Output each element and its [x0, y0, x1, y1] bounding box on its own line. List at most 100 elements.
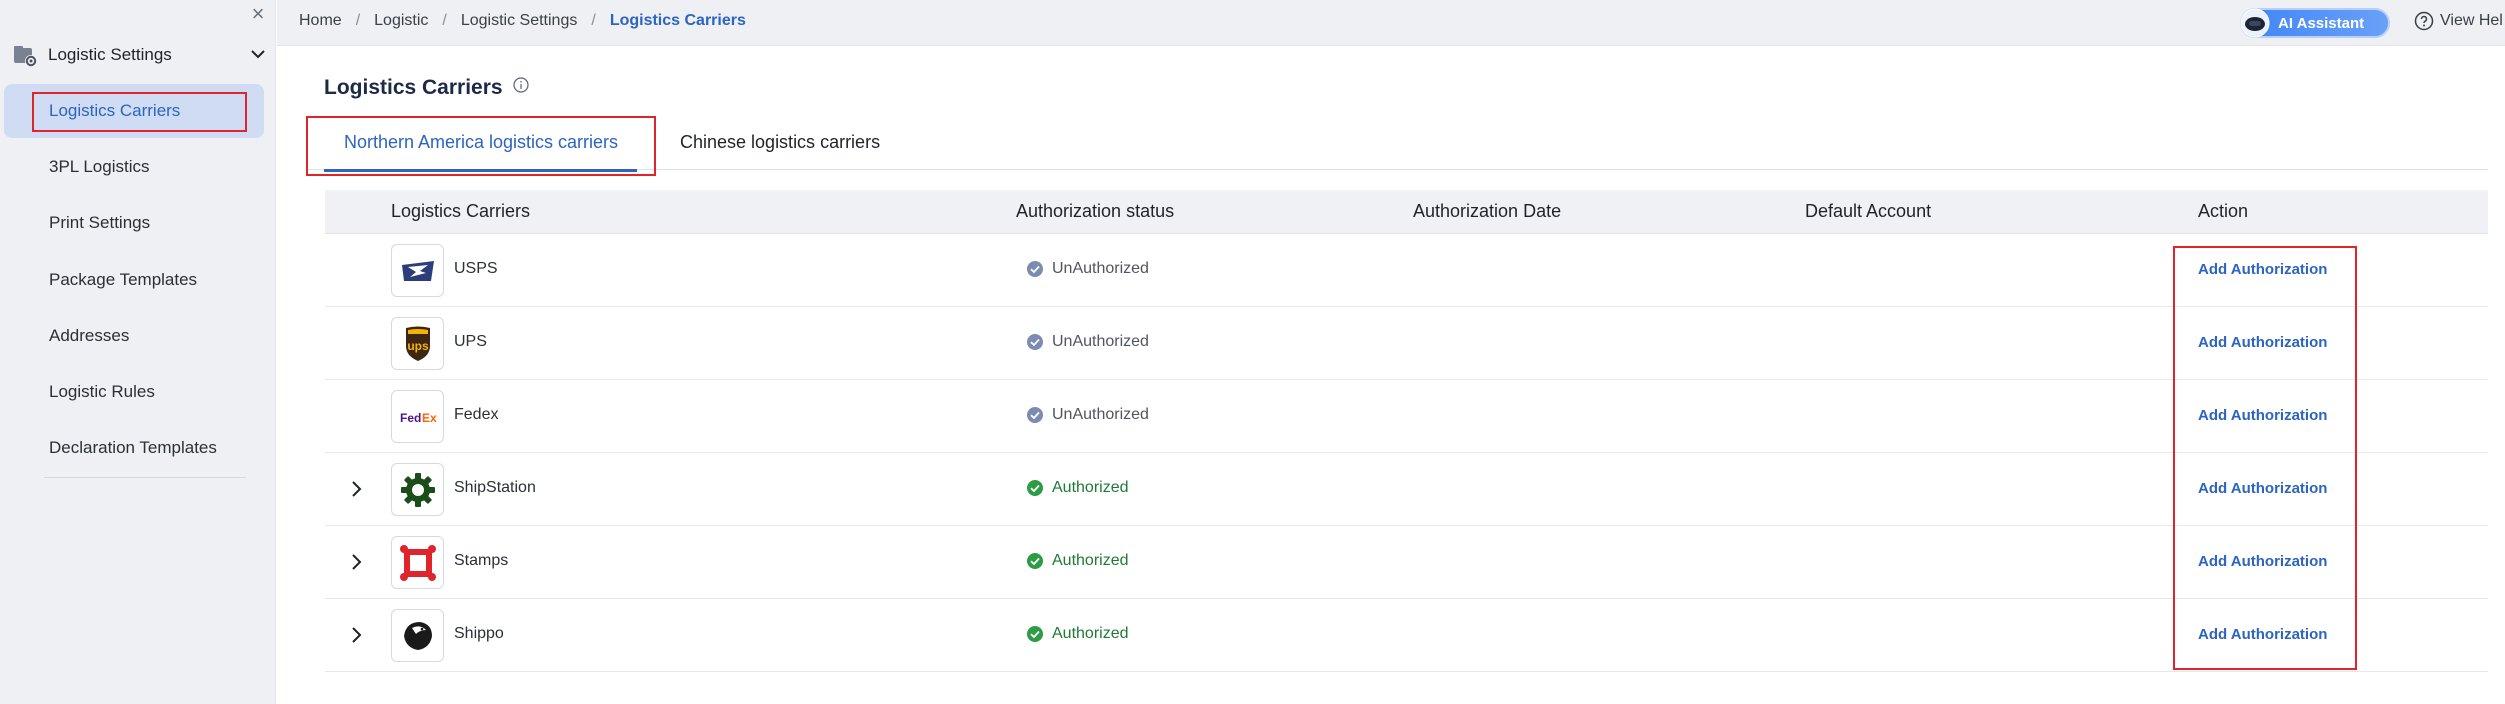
- view-help-label: View Hel: [2440, 12, 2503, 29]
- tab-chinese[interactable]: Chinese logistics carriers: [680, 114, 880, 170]
- carrier-logo: ups: [391, 317, 444, 370]
- breadcrumb-separator: /: [355, 12, 361, 29]
- status-badge: UnAuthorized: [1026, 333, 1149, 351]
- status-badge: UnAuthorized: [1026, 406, 1149, 424]
- status-label: Authorized: [1052, 479, 1129, 496]
- chevron-down-icon[interactable]: [248, 44, 268, 64]
- ai-assistant-button[interactable]: AI Assistant: [2240, 8, 2390, 38]
- sidebar-section-logistic-settings[interactable]: Logistic Settings: [12, 38, 268, 72]
- breadcrumb: Home / Logistic / Logistic Settings / Lo…: [299, 12, 746, 30]
- tab-northern-america[interactable]: Northern America logistics carriers: [306, 114, 656, 176]
- sidebar-item-print-settings[interactable]: Print Settings: [4, 196, 264, 250]
- column-header-authorization-status: Authorization status: [1016, 201, 1175, 221]
- sidebar-section-title: Logistic Settings: [48, 45, 172, 64]
- highlight-box: [32, 92, 247, 132]
- breadcrumb-home[interactable]: Home: [299, 12, 342, 30]
- add-authorization-link[interactable]: Add Authorization: [2198, 553, 2327, 570]
- carriers-table: Logistics Carriers Authorization status …: [325, 190, 2488, 672]
- table-header: Logistics Carriers Authorization status …: [325, 190, 2488, 234]
- info-icon[interactable]: [512, 77, 529, 93]
- table-row: ShipStation Authorized Add Authorization: [325, 453, 2488, 526]
- carrier-logo: [391, 609, 444, 662]
- table-row: Stamps Authorized Add Authorization: [325, 526, 2488, 599]
- carrier-region-tabs: Northern America logistics carriers Chin…: [306, 114, 2488, 176]
- status-label: UnAuthorized: [1052, 333, 1149, 350]
- check-circle-icon: [1027, 334, 1043, 350]
- top-bar: Home / Logistic / Logistic Settings / Lo…: [277, 0, 2505, 46]
- breadcrumb-separator: /: [442, 12, 447, 29]
- shipstation-gear-icon: [400, 472, 435, 507]
- robot-icon: [2240, 8, 2270, 38]
- sidebar-item-3pl-logistics[interactable]: 3PL Logistics: [4, 140, 264, 194]
- svg-text:Ex: Ex: [422, 411, 437, 425]
- add-authorization-link[interactable]: Add Authorization: [2198, 480, 2327, 497]
- status-label: UnAuthorized: [1052, 406, 1149, 423]
- status-badge: Authorized: [1026, 625, 1129, 643]
- breadcrumb-logistic[interactable]: Logistic: [374, 12, 428, 30]
- check-circle-icon: [1027, 626, 1043, 642]
- breadcrumb-logistic-settings[interactable]: Logistic Settings: [461, 12, 578, 30]
- status-label: UnAuthorized: [1052, 260, 1149, 277]
- add-authorization-link[interactable]: Add Authorization: [2198, 334, 2327, 351]
- column-header-authorization-date: Authorization Date: [1413, 201, 1562, 221]
- sidebar-item-label: 3PL Logistics: [49, 157, 150, 176]
- sidebar-item-addresses[interactable]: Addresses: [4, 309, 264, 363]
- sidebar-item-label: Addresses: [49, 326, 130, 345]
- stamps-frame-icon: [399, 544, 436, 581]
- sidebar: × Logistic Settings Logistics Carriers 3…: [0, 0, 276, 704]
- usps-eagle-icon: [401, 260, 434, 281]
- table-row: ups UPS UnAuthorized Add Authorization: [325, 307, 2488, 380]
- tab-label: Chinese logistics carriers: [680, 131, 881, 152]
- page-title: Logistics Carriers: [324, 76, 503, 99]
- check-circle-icon: [1027, 480, 1043, 496]
- page-title-row: Logistics Carriers: [324, 76, 529, 100]
- sidebar-item-logistic-rules[interactable]: Logistic Rules: [4, 365, 264, 419]
- table-row: Shippo Authorized Add Authorization: [325, 599, 2488, 672]
- carrier-name: Shippo: [454, 625, 504, 642]
- breadcrumb-separator: /: [591, 12, 596, 29]
- column-header-action: Action: [2198, 201, 2249, 221]
- status-badge: UnAuthorized: [1026, 260, 1149, 278]
- carrier-name: UPS: [454, 333, 487, 350]
- add-authorization-link[interactable]: Add Authorization: [2198, 407, 2327, 424]
- highlight-box: [306, 116, 656, 176]
- chevron-right-icon[interactable]: [345, 624, 367, 646]
- chevron-right-icon[interactable]: [345, 551, 367, 573]
- carrier-logo: [391, 536, 444, 589]
- column-header-default-account: Default Account: [1805, 201, 1932, 221]
- status-label: Authorized: [1052, 625, 1129, 642]
- carrier-logo: [391, 244, 444, 297]
- carrier-name: Fedex: [454, 406, 499, 423]
- sidebar-item-logistics-carriers[interactable]: Logistics Carriers: [4, 84, 264, 138]
- shippo-penguin-icon: [403, 621, 432, 650]
- carrier-name: USPS: [454, 260, 498, 277]
- view-help-link[interactable]: View Hel: [2414, 11, 2503, 31]
- carrier-logo: [391, 463, 444, 516]
- carrier-logo: Fed Ex: [391, 390, 444, 443]
- sidebar-item-label: Declaration Templates: [49, 438, 217, 457]
- svg-text:ups: ups: [407, 339, 429, 353]
- carrier-name: Stamps: [454, 552, 509, 569]
- sidebar-item-label: Package Templates: [49, 270, 198, 289]
- status-label: Authorized: [1052, 552, 1129, 569]
- svg-text:Fed: Fed: [400, 411, 421, 425]
- table-row: USPS UnAuthorized Add Authorization: [325, 234, 2488, 307]
- status-badge: Authorized: [1026, 552, 1129, 570]
- add-authorization-link[interactable]: Add Authorization: [2198, 261, 2327, 278]
- chevron-right-icon[interactable]: [345, 478, 367, 500]
- check-circle-icon: [1027, 407, 1043, 423]
- sidebar-item-label: Logistic Rules: [49, 382, 155, 401]
- breadcrumb-current: Logistics Carriers: [609, 12, 746, 29]
- sidebar-item-label: Print Settings: [49, 213, 151, 232]
- status-badge: Authorized: [1026, 479, 1129, 497]
- check-circle-icon: [1027, 261, 1043, 277]
- ai-assistant-label: AI Assistant: [2278, 14, 2365, 32]
- settings-folder-icon: [14, 46, 37, 67]
- sidebar-item-declaration-templates[interactable]: Declaration Templates: [4, 421, 264, 475]
- check-circle-icon: [1027, 553, 1043, 569]
- sidebar-item-package-templates[interactable]: Package Templates: [4, 253, 264, 307]
- sidebar-divider: [44, 477, 246, 478]
- table-row: Fed Ex Fedex UnAuthorized Add Authorizat…: [325, 380, 2488, 453]
- close-icon[interactable]: ×: [246, 2, 270, 26]
- add-authorization-link[interactable]: Add Authorization: [2198, 626, 2327, 643]
